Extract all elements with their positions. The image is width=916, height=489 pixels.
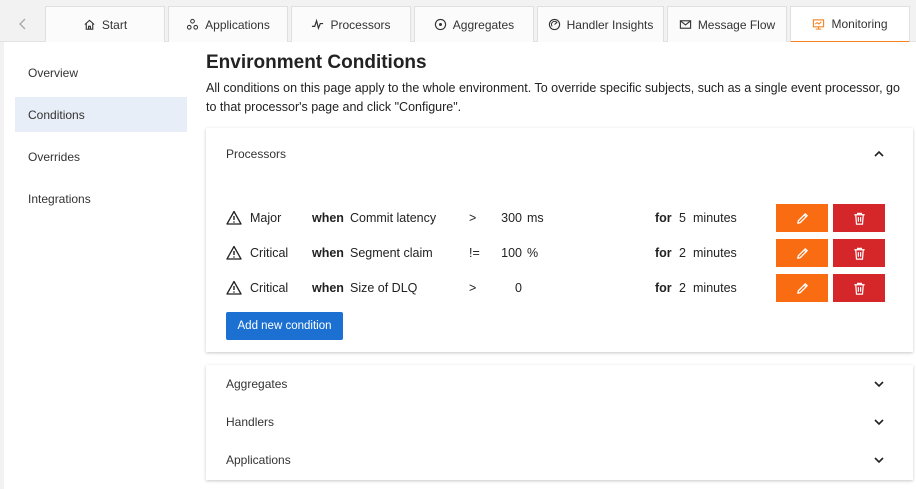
- chevron-up-icon: [874, 150, 884, 157]
- processors-panel-header[interactable]: Processors: [206, 128, 913, 180]
- condition-for: for: [655, 246, 672, 260]
- condition-when: when: [312, 246, 344, 260]
- main-area: Overview Conditions Overrides Integratio…: [4, 42, 916, 489]
- condition-duration: 2: [679, 246, 686, 260]
- sidebar-item-conditions[interactable]: Conditions: [15, 97, 187, 132]
- condition-when: when: [312, 281, 344, 295]
- sidebar-item-overrides[interactable]: Overrides: [15, 139, 187, 174]
- chevron-down-icon: [874, 381, 884, 388]
- insights-icon: [548, 18, 560, 31]
- pencil-icon: [796, 247, 808, 259]
- tab-processors[interactable]: Processors: [291, 6, 411, 42]
- sidebar-item-label: Overrides: [28, 149, 81, 164]
- page-description: All conditions on this page apply to the…: [206, 81, 900, 114]
- delete-condition-button[interactable]: [833, 204, 885, 232]
- condition-for: for: [655, 281, 672, 295]
- chevron-left-icon: [19, 18, 26, 30]
- condition-unit: ms: [527, 211, 544, 225]
- tab-label: Message Flow: [697, 17, 776, 32]
- condition-operator: >: [469, 211, 477, 225]
- condition-row: Major when Commit latency > 300 ms for 5…: [226, 203, 886, 233]
- delete-condition-button[interactable]: [833, 239, 885, 267]
- top-tab-bar: Start Applications Processors Aggregates…: [0, 0, 916, 43]
- tab-monitoring[interactable]: Monitoring: [790, 6, 910, 43]
- aggregates-icon: [434, 18, 446, 31]
- trash-icon: [853, 212, 865, 225]
- tab-applications[interactable]: Applications: [168, 6, 288, 42]
- sidebar-item-label: Overview: [28, 65, 79, 80]
- panel-title: Processors: [226, 147, 287, 161]
- condition-duration-unit: minutes: [693, 211, 737, 225]
- tab-label: Applications: [205, 17, 270, 32]
- condition-unit: %: [527, 246, 539, 260]
- condition-metric: Commit latency: [350, 211, 437, 225]
- section-title: Handlers: [226, 415, 275, 429]
- condition-severity: Critical: [250, 246, 289, 260]
- page-title: Environment Conditions: [206, 52, 427, 73]
- condition-duration-unit: minutes: [693, 281, 737, 295]
- condition-when: when: [312, 211, 344, 225]
- condition-severity: Critical: [250, 281, 289, 295]
- chevron-down-icon: [874, 419, 884, 426]
- trash-icon: [853, 282, 865, 295]
- applications-section-header[interactable]: Applications: [206, 441, 913, 479]
- handlers-section-header[interactable]: Handlers: [206, 403, 913, 441]
- condition-duration: 5: [679, 211, 686, 225]
- monitoring-icon: [813, 18, 825, 30]
- condition-for: for: [655, 211, 672, 225]
- warning-icon: [226, 245, 242, 260]
- tab-start[interactable]: Start: [45, 6, 165, 42]
- edit-condition-button[interactable]: [776, 239, 828, 267]
- edit-condition-button[interactable]: [776, 274, 828, 302]
- applications-icon: [187, 18, 199, 30]
- condition-duration-unit: minutes: [693, 246, 737, 260]
- message-flow-icon: [679, 20, 691, 29]
- tab-message-flow[interactable]: Message Flow: [667, 6, 787, 42]
- tabs-scroll-left-button[interactable]: [4, 6, 42, 42]
- sidebar-item-integrations[interactable]: Integrations: [15, 181, 187, 216]
- delete-condition-button[interactable]: [833, 274, 885, 302]
- processors-panel: Processors Major when Commit latency > 3…: [206, 128, 913, 352]
- condition-row: Critical when Size of DLQ > 0 for 2 minu…: [226, 273, 886, 303]
- chevron-down-icon: [874, 457, 884, 464]
- condition-operator: !=: [469, 246, 480, 260]
- tab-label: Monitoring: [831, 17, 888, 31]
- processors-icon: [312, 18, 324, 31]
- sidebar-item-label: Integrations: [28, 191, 91, 206]
- condition-value: 100: [501, 246, 522, 260]
- warning-icon: [226, 210, 242, 225]
- condition-severity: Major: [250, 211, 282, 225]
- condition-metric: Segment claim: [350, 246, 433, 260]
- tab-label: Start: [101, 17, 128, 32]
- pencil-icon: [796, 282, 808, 294]
- tab-handler-insights[interactable]: Handler Insights: [537, 6, 664, 42]
- condition-operator: >: [469, 281, 477, 295]
- warning-icon: [226, 280, 242, 295]
- trash-icon: [853, 247, 865, 260]
- tab-label: Aggregates: [452, 17, 515, 32]
- edit-condition-button[interactable]: [776, 204, 828, 232]
- home-icon: [84, 19, 95, 30]
- add-condition-button[interactable]: Add new condition: [226, 312, 343, 340]
- sidebar-item-label: Conditions: [28, 107, 85, 122]
- collapsed-sections-panel: Aggregates Handlers Applications: [206, 365, 913, 480]
- condition-metric: Size of DLQ: [350, 281, 418, 295]
- condition-row: Critical when Segment claim != 100 % for…: [226, 238, 886, 268]
- tab-label: Handler Insights: [566, 17, 654, 32]
- sidebar-item-overview[interactable]: Overview: [15, 55, 187, 90]
- sidebar: Overview Conditions Overrides Integratio…: [15, 55, 187, 223]
- aggregates-section-header[interactable]: Aggregates: [206, 365, 913, 403]
- section-title: Applications: [226, 453, 291, 467]
- condition-value: 0: [515, 281, 522, 295]
- condition-duration: 2: [679, 281, 686, 295]
- section-title: Aggregates: [226, 377, 288, 391]
- condition-value: 300: [501, 211, 522, 225]
- tab-label: Processors: [330, 17, 391, 32]
- pencil-icon: [796, 212, 808, 224]
- tab-aggregates[interactable]: Aggregates: [414, 6, 534, 42]
